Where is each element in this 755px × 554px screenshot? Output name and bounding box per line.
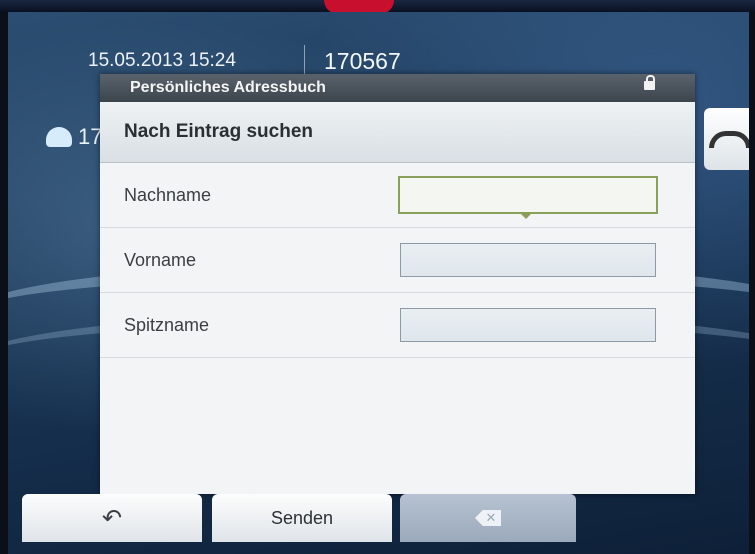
back-button[interactable]: ↶ — [22, 494, 202, 542]
field-label: Spitzname — [124, 314, 210, 335]
line-key[interactable]: 17 — [46, 124, 102, 150]
status-datetime: 15.05.2013 15:24 — [88, 50, 236, 71]
dialog-title: Persönliches Adressbuch — [130, 79, 326, 96]
status-extension: 170567 — [324, 48, 401, 74]
send-button[interactable]: Senden — [212, 494, 392, 542]
status-separator — [304, 45, 305, 77]
vorname-input[interactable] — [400, 243, 656, 277]
lock-icon — [644, 75, 655, 90]
handset-icon — [46, 127, 72, 147]
send-button-label: Senden — [270, 507, 334, 528]
nachname-input[interactable] — [398, 176, 658, 219]
back-arrow-icon: ↶ — [101, 504, 123, 532]
field-label: Nachname — [124, 184, 212, 205]
line-key-label: 17 — [78, 124, 103, 149]
hangup-button[interactable] — [704, 108, 749, 170]
field-label: Vorname — [124, 249, 197, 270]
field-row-spitzname: Spitzname — [100, 293, 695, 358]
dialog-header: Nach Eintrag suchen — [100, 102, 695, 163]
backspace-icon: ✕ — [475, 510, 501, 526]
hangup-icon — [709, 130, 749, 148]
address-book-dialog: Persönliches Adressbuch Nach Eintrag suc… — [100, 74, 695, 494]
dialog-title-bar: Persönliches Adressbuch — [100, 74, 695, 102]
spitzname-input[interactable] — [400, 308, 656, 342]
focus-caret-icon — [520, 213, 532, 219]
field-row-vorname: Vorname — [100, 228, 695, 293]
field-row-nachname: Nachname — [100, 163, 695, 228]
delete-button[interactable]: ✕ — [400, 494, 576, 542]
